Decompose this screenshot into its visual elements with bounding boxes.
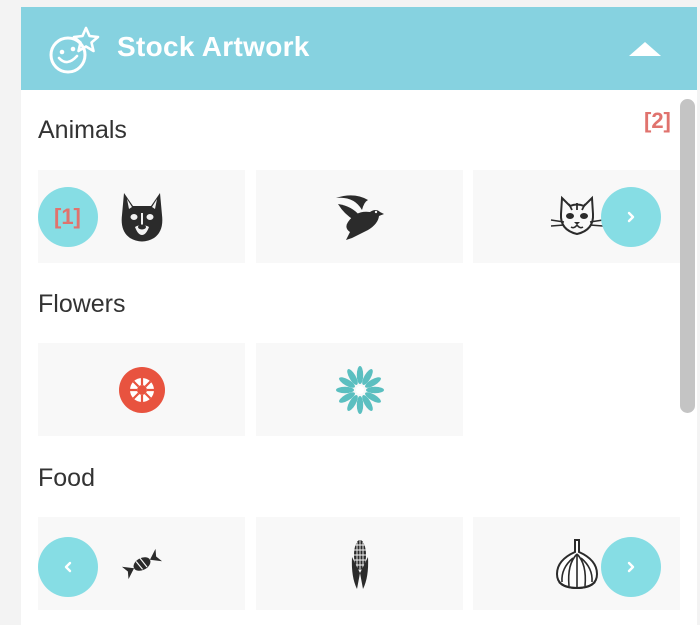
wrapped-candy-icon: [121, 548, 162, 579]
carousel-prev-button-food[interactable]: [38, 537, 98, 597]
dove-icon: [335, 194, 384, 240]
chevron-right-icon: [627, 561, 635, 573]
garlic-icon: [555, 538, 598, 589]
section-title-food: Food: [38, 464, 95, 492]
tile-dove[interactable]: [256, 170, 463, 263]
marker-1: [1]: [54, 204, 81, 229]
smiley-star-icon: [49, 26, 100, 74]
panel-header[interactable]: Stock Artwork: [21, 7, 697, 90]
chevron-right-icon: [627, 211, 635, 223]
cat-face-icon: [550, 195, 603, 235]
section-title-animals: Animals: [38, 116, 127, 144]
tile-corn[interactable]: [256, 517, 463, 610]
panel-title: Stock Artwork: [117, 31, 310, 62]
tile-red-flower[interactable]: [38, 343, 245, 436]
teal-daisy-icon: [335, 365, 384, 414]
tile-teal-daisy[interactable]: [256, 343, 463, 436]
marker-2: [2]: [644, 108, 671, 133]
carousel-next-button-animals[interactable]: [601, 187, 661, 247]
collapse-button[interactable]: [618, 35, 672, 63]
section-title-flowers: Flowers: [38, 290, 126, 318]
red-flower-icon: [118, 366, 165, 413]
french-bulldog-icon: [121, 192, 162, 241]
stock-artwork-panel: Stock Artwork [2] Animals [1] Flowers Fo…: [21, 7, 697, 625]
carousel-next-button-food[interactable]: [601, 537, 661, 597]
caret-up-icon: [629, 42, 661, 56]
corn-icon: [351, 539, 368, 589]
scrollbar-thumb[interactable]: [680, 99, 695, 413]
chevron-left-icon: [64, 561, 72, 573]
